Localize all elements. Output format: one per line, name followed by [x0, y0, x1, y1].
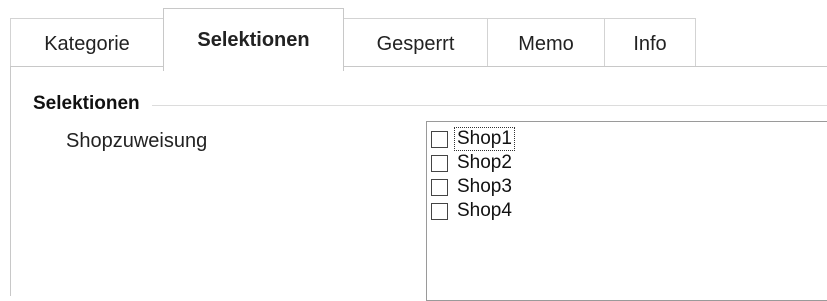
list-item-label: Shop4 [457, 200, 512, 221]
group-title: Selektionen [33, 93, 152, 115]
tab-kategorie[interactable]: Kategorie [10, 18, 164, 69]
list-item-shop3[interactable]: Shop3 [431, 174, 514, 200]
tab-gesperrt[interactable]: Gesperrt [343, 18, 488, 69]
tab-info[interactable]: Info [604, 18, 696, 69]
list-item-shop4[interactable]: Shop4 [431, 198, 514, 224]
shop2-checkbox[interactable] [431, 154, 448, 172]
list-item-shop2[interactable]: Shop2 [431, 150, 514, 176]
shop4-checkbox[interactable] [431, 202, 448, 220]
tab-strip: Kategorie Selektionen Gesperrt Memo Info [10, 4, 827, 71]
tab-selektionen[interactable]: Selektionen [163, 8, 344, 71]
shop1-checkbox[interactable] [431, 130, 448, 148]
list-item-shop1[interactable]: Shop1 [431, 126, 515, 152]
list-item-label: Shop1 [454, 127, 515, 151]
shop-listbox[interactable]: Shop1 Shop2 Shop3 Shop4 [426, 121, 827, 301]
shop3-checkbox[interactable] [431, 178, 448, 196]
tab-panel: Selektionen Shopzuweisung Shop1 Shop2 Sh… [10, 66, 827, 301]
group-divider [41, 105, 827, 106]
shopzuweisung-label: Shopzuweisung [66, 130, 208, 152]
list-item-label: Shop3 [457, 176, 512, 197]
tab-memo[interactable]: Memo [487, 18, 605, 69]
list-item-label: Shop2 [457, 152, 512, 173]
